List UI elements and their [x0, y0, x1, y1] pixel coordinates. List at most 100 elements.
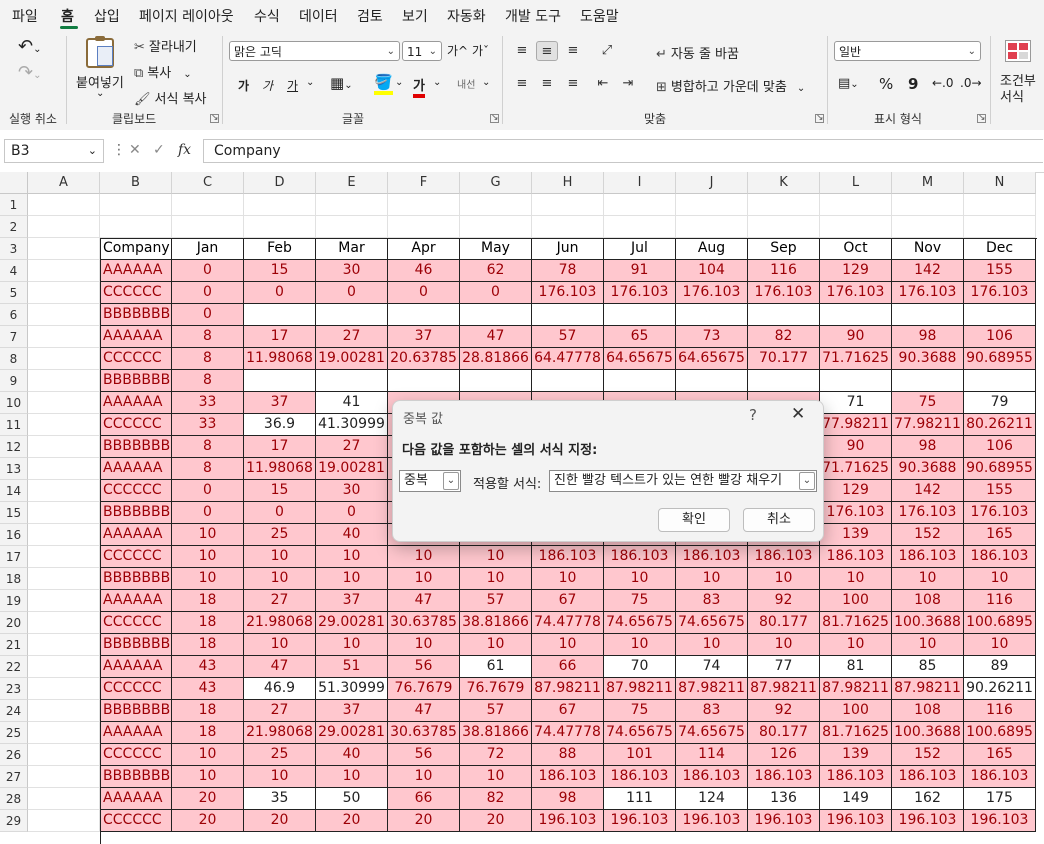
table-cell[interactable]: 80.26211: [964, 414, 1036, 436]
row-header-29[interactable]: 29: [0, 810, 28, 832]
table-cell[interactable]: 116: [964, 700, 1036, 722]
table-header-cell[interactable]: Jul: [604, 238, 676, 260]
increase-indent-icon[interactable]: ⇥: [617, 74, 639, 94]
row-header-16[interactable]: 16: [0, 524, 28, 546]
table-cell[interactable]: 82: [460, 788, 532, 810]
cell-a28[interactable]: [28, 788, 100, 810]
wrap-text-button[interactable]: ↵ 자동 줄 바꿈: [656, 43, 739, 62]
table-cell[interactable]: [964, 370, 1036, 392]
font-color-button[interactable]: 가: [413, 75, 425, 98]
table-cell[interactable]: 100.3688: [892, 722, 964, 744]
bold-button[interactable]: 가: [238, 77, 249, 94]
table-cell[interactable]: 50: [316, 788, 388, 810]
table-cell[interactable]: 41.30999: [316, 414, 388, 436]
table-cell[interactable]: 74: [676, 656, 748, 678]
table-cell[interactable]: 37: [316, 700, 388, 722]
row-header-25[interactable]: 25: [0, 722, 28, 744]
table-cell[interactable]: 30: [316, 260, 388, 282]
table-header-cell[interactable]: Dec: [964, 238, 1036, 260]
table-cell[interactable]: 20.63785: [388, 348, 460, 370]
table-cell[interactable]: 27: [244, 590, 316, 612]
menu-insert[interactable]: 삽입: [94, 6, 120, 26]
table-cell[interactable]: 47: [460, 326, 532, 348]
table-cell[interactable]: 73: [676, 326, 748, 348]
table-cell[interactable]: 76.7679: [460, 678, 532, 700]
table-cell[interactable]: 57: [460, 700, 532, 722]
more-icon[interactable]: ⋮: [112, 142, 126, 158]
table-cell[interactable]: 10: [388, 568, 460, 590]
table-cell[interactable]: 10: [460, 766, 532, 788]
table-cell[interactable]: 20: [244, 810, 316, 832]
font-size-select[interactable]: 11 ⌄: [402, 41, 442, 61]
cell-e2[interactable]: [316, 216, 388, 238]
table-cell[interactable]: 100: [820, 700, 892, 722]
cancel-button[interactable]: 취소: [743, 508, 815, 532]
row-header-24[interactable]: 24: [0, 700, 28, 722]
table-cell[interactable]: 51: [316, 656, 388, 678]
table-cell[interactable]: 100: [820, 590, 892, 612]
table-header-cell[interactable]: Jan: [172, 238, 244, 260]
cell-b3-selected[interactable]: Company: [100, 238, 172, 260]
cell-a24[interactable]: [28, 700, 100, 722]
table-cell[interactable]: 176.103: [892, 282, 964, 304]
table-cell[interactable]: 46: [388, 260, 460, 282]
table-cell[interactable]: 100.6895: [964, 612, 1036, 634]
table-cell[interactable]: 165: [964, 744, 1036, 766]
table-cell[interactable]: BBBBBBB: [100, 634, 172, 656]
cell-a14[interactable]: [28, 480, 100, 502]
table-cell[interactable]: 176.103: [892, 502, 964, 524]
table-cell[interactable]: 10: [172, 766, 244, 788]
table-cell[interactable]: 72: [460, 744, 532, 766]
close-icon[interactable]: ✕: [791, 404, 805, 424]
table-cell[interactable]: 17: [244, 326, 316, 348]
table-cell[interactable]: 80.177: [748, 612, 820, 634]
table-cell[interactable]: 176.103: [604, 282, 676, 304]
cell-a9[interactable]: [28, 370, 100, 392]
phonetic-chevron-icon[interactable]: ⌄: [482, 77, 490, 88]
column-header-b[interactable]: B: [100, 172, 172, 194]
confirm-entry-icon[interactable]: ✓: [153, 142, 165, 158]
table-cell[interactable]: AAAAAA: [100, 458, 172, 480]
table-cell[interactable]: [748, 304, 820, 326]
table-cell[interactable]: 186.103: [604, 546, 676, 568]
column-header-l[interactable]: L: [820, 172, 892, 194]
table-cell[interactable]: 19.00281: [316, 458, 388, 480]
table-cell[interactable]: 57: [532, 326, 604, 348]
rule-type-select[interactable]: 중복 ⌄: [399, 470, 461, 492]
table-cell[interactable]: 100.6895: [964, 722, 1036, 744]
table-cell[interactable]: 82: [748, 326, 820, 348]
table-cell[interactable]: 155: [964, 480, 1036, 502]
table-cell[interactable]: 64.47778: [532, 348, 604, 370]
column-header-e[interactable]: E: [316, 172, 388, 194]
row-header-27[interactable]: 27: [0, 766, 28, 788]
table-cell[interactable]: 77.98211: [892, 414, 964, 436]
table-cell[interactable]: 176.103: [964, 282, 1036, 304]
table-cell[interactable]: 116: [748, 260, 820, 282]
table-cell[interactable]: 10: [604, 568, 676, 590]
table-cell[interactable]: 0: [172, 282, 244, 304]
cell-i1[interactable]: [604, 194, 676, 216]
table-cell[interactable]: 196.103: [892, 810, 964, 832]
column-header-c[interactable]: C: [172, 172, 244, 194]
table-cell[interactable]: CCCCCC: [100, 480, 172, 502]
table-cell[interactable]: 75: [892, 392, 964, 414]
table-cell[interactable]: 10: [244, 634, 316, 656]
table-cell[interactable]: 152: [892, 744, 964, 766]
table-cell[interactable]: 8: [172, 326, 244, 348]
align-bottom-icon[interactable]: ≡: [562, 41, 584, 61]
table-cell[interactable]: 37: [316, 590, 388, 612]
table-cell[interactable]: 87.98211: [892, 678, 964, 700]
table-cell[interactable]: 20: [172, 788, 244, 810]
underline-chevron-icon[interactable]: ⌄: [306, 77, 314, 88]
table-cell[interactable]: 186.103: [676, 546, 748, 568]
column-header-m[interactable]: M: [892, 172, 964, 194]
table-cell[interactable]: AAAAAA: [100, 260, 172, 282]
table-cell[interactable]: 108: [892, 590, 964, 612]
menu-automate[interactable]: 자동화: [447, 6, 486, 26]
row-header-8[interactable]: 8: [0, 348, 28, 370]
table-header-cell[interactable]: Nov: [892, 238, 964, 260]
row-header-6[interactable]: 6: [0, 304, 28, 326]
cell-f2[interactable]: [388, 216, 460, 238]
table-cell[interactable]: 8: [172, 436, 244, 458]
table-cell[interactable]: 11.98068: [244, 458, 316, 480]
